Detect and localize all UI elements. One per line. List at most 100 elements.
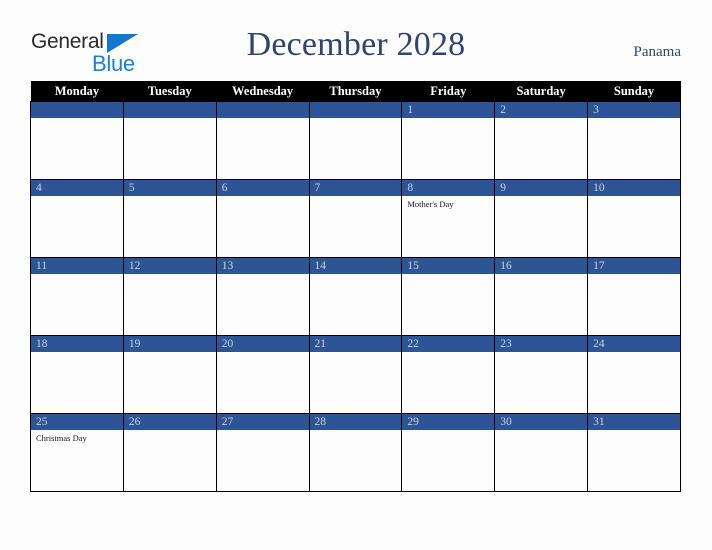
day-number: 1: [402, 102, 495, 118]
day-number: 19: [123, 336, 216, 352]
day-events: [124, 274, 216, 277]
calendar-day-cell-1[interactable]: 1: [401, 101, 496, 180]
holiday-label: Mother's Day: [407, 199, 454, 209]
calendar-day-cell-19[interactable]: 19: [122, 335, 217, 414]
weekday-header-wednesday: Wednesday: [216, 81, 310, 102]
weekday-header-thursday: Thursday: [309, 81, 402, 102]
calendar-day-cell-empty: [308, 101, 403, 180]
day-events: [495, 196, 587, 199]
day-number: 5: [123, 180, 216, 196]
day-events: Christmas Day: [31, 430, 123, 444]
weekday-header-row: Monday Tuesday Wednesday Thursday Friday Satu…: [30, 81, 681, 102]
calendar-day-cell-21[interactable]: 21: [308, 335, 403, 414]
calendar-day-cell-25[interactable]: 25 Christmas Day: [30, 413, 124, 492]
day-number: 17: [588, 258, 680, 274]
calendar-day-cell-5[interactable]: 5: [122, 179, 217, 258]
page-title: December 2028: [246, 26, 466, 63]
calendar-day-cell-14[interactable]: 14: [308, 257, 403, 336]
day-events: [124, 430, 216, 433]
calendar-day-cell-empty: [215, 101, 310, 180]
day-number: 11: [31, 258, 123, 274]
day-number: [31, 102, 123, 118]
calendar-day-cell-9[interactable]: 9: [494, 179, 589, 258]
calendar-day-cell-29[interactable]: 29: [401, 413, 496, 492]
day-events: [124, 352, 216, 355]
calendar-day-cell-7[interactable]: 7: [308, 179, 403, 258]
day-number: 13: [216, 258, 309, 274]
day-number: 3: [588, 102, 680, 118]
day-number: 29: [402, 414, 495, 430]
day-events: [588, 352, 680, 355]
day-number: 2: [495, 102, 588, 118]
day-events: [495, 352, 587, 355]
calendar-day-cell-15[interactable]: 15: [401, 257, 496, 336]
day-events: Mother's Day: [402, 196, 494, 210]
calendar-body: 1 2 3 4 5 6 7 8 Mother's Day 9 10 11 12 13 14 15 16 17 18 1…: [30, 101, 681, 492]
day-number: 25: [31, 414, 123, 430]
day-events: [588, 430, 680, 433]
day-number: 4: [31, 180, 123, 196]
day-events: [217, 274, 309, 277]
calendar-day-cell-12[interactable]: 12: [122, 257, 217, 336]
calendar-day-cell-20[interactable]: 20: [215, 335, 310, 414]
day-number: 6: [216, 180, 309, 196]
calendar-day-cell-30[interactable]: 30: [494, 413, 589, 492]
calendar-week-row: 18 19 20 21 22 23 24: [30, 335, 681, 414]
weekday-header-friday: Friday: [401, 81, 495, 102]
calendar-day-cell-17[interactable]: 17: [587, 257, 681, 336]
day-number: 16: [495, 258, 588, 274]
day-number: 18: [31, 336, 123, 352]
day-number: 28: [309, 414, 402, 430]
country-label: Panama: [633, 44, 681, 60]
day-events: [402, 118, 494, 121]
calendar-week-row: 11 12 13 14 15 16 17: [30, 257, 681, 336]
calendar-grid: Monday Tuesday Wednesday Thursday Friday Satu…: [30, 81, 681, 492]
calendar-day-cell-13[interactable]: 13: [215, 257, 310, 336]
calendar-day-cell-3[interactable]: 3: [587, 101, 681, 180]
day-events: [217, 352, 309, 355]
calendar-day-cell-4[interactable]: 4: [30, 179, 124, 258]
calendar-day-cell-31[interactable]: 31: [587, 413, 681, 492]
day-number: 26: [123, 414, 216, 430]
day-events: [217, 118, 309, 121]
calendar-day-cell-26[interactable]: 26: [122, 413, 217, 492]
calendar-week-row: 4 5 6 7 8 Mother's Day 9 10: [30, 179, 681, 258]
day-number: 10: [588, 180, 680, 196]
day-number: [123, 102, 216, 118]
day-events: [31, 274, 123, 277]
calendar-day-cell-18[interactable]: 18: [30, 335, 124, 414]
calendar-day-cell-8[interactable]: 8 Mother's Day: [401, 179, 496, 258]
calendar-day-cell-22[interactable]: 22: [401, 335, 496, 414]
holiday-label: Christmas Day: [36, 433, 87, 443]
day-events: [310, 196, 402, 199]
day-events: [310, 430, 402, 433]
day-number: 27: [216, 414, 309, 430]
calendar-header-row: Monday Tuesday Wednesday Thursday Friday Satu…: [30, 81, 681, 102]
day-events: [588, 118, 680, 121]
calendar-day-cell-11[interactable]: 11: [30, 257, 124, 336]
calendar-week-row: 25 Christmas Day 26 27 28 29 30 31: [30, 413, 681, 492]
day-events: [495, 430, 587, 433]
calendar-day-cell-27[interactable]: 27: [215, 413, 310, 492]
calendar-day-cell-24[interactable]: 24: [587, 335, 681, 414]
day-events: [588, 274, 680, 277]
calendar-day-cell-6[interactable]: 6: [215, 179, 310, 258]
calendar-day-cell-16[interactable]: 16: [494, 257, 589, 336]
calendar-day-cell-empty: [30, 101, 124, 180]
day-events: [31, 118, 123, 121]
day-number: 15: [402, 258, 495, 274]
calendar-day-cell-10[interactable]: 10: [587, 179, 681, 258]
day-number: 30: [495, 414, 588, 430]
calendar-day-cell-28[interactable]: 28: [308, 413, 403, 492]
calendar-day-cell-23[interactable]: 23: [494, 335, 589, 414]
page-header: General Blue December 2028 Panama: [0, 0, 712, 81]
day-events: [217, 196, 309, 199]
weekday-header-monday: Monday: [30, 81, 124, 102]
day-number: [216, 102, 309, 118]
day-number: 22: [402, 336, 495, 352]
day-events: [402, 430, 494, 433]
calendar-day-cell-2[interactable]: 2: [494, 101, 589, 180]
day-number: 21: [309, 336, 402, 352]
day-number: [309, 102, 402, 118]
weekday-header-sunday: Sunday: [587, 81, 681, 102]
